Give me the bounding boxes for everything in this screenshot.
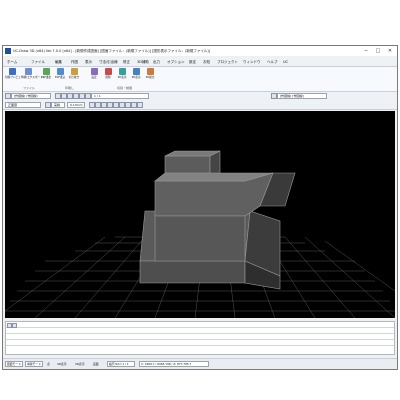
property-toolbar: [作図線] (作図線) 1 / 1 [作図線] [作図線] (3, 92, 397, 100)
menu-item-output[interactable]: 出力 (153, 60, 160, 65)
menu-item-3d[interactable]: 3D補助 (137, 60, 149, 65)
3d-viewport[interactable] (5, 111, 395, 318)
pen-combo[interactable]: 実線 (51, 102, 65, 108)
ribbon-group-print: 印刷し (65, 86, 75, 90)
ribbon-button-label: 切り抜き (68, 76, 80, 79)
ribbon-button-label: 設定 (91, 76, 97, 79)
ribbon-button-label: 印刷(エクスポート) (21, 76, 44, 79)
retaining-wall-model (139, 150, 296, 290)
panel-icon[interactable] (12, 322, 17, 328)
menu-item-help[interactable]: ヘルプ (267, 60, 278, 65)
ribbon-button-label: DXF書込 (54, 76, 66, 79)
view-combo[interactable]: 正面図 (5, 102, 41, 108)
menu-item-uc[interactable]: UC (283, 60, 288, 64)
menu-item-view[interactable]: 表示 (85, 60, 92, 65)
application-window: UC-Draw 3D (x64) Ver.7.0.0 [x64] - [新規作成… (2, 45, 398, 370)
width-combo[interactable]: 0.13mm (67, 102, 85, 108)
menu-item-modify[interactable]: 修正 (123, 60, 130, 65)
crop-button[interactable]: 切り抜き (69, 68, 79, 84)
ribbon-button-label: DXF書出 (40, 76, 52, 79)
cube-icon (119, 68, 126, 75)
menu-item-project[interactable]: プロジェクト (217, 60, 238, 65)
menu-item-info[interactable]: お知 (203, 60, 210, 65)
scale-combo[interactable]: 1 / 1 (91, 93, 149, 99)
app-icon (5, 48, 11, 54)
snap-label[interactable]: 点 (47, 362, 50, 366)
ribbon-button-label: 3D組立 (145, 76, 155, 79)
layer-combo[interactable]: [作図線] (作図線) (11, 93, 51, 99)
delete-icon (105, 68, 112, 75)
ribbon-button-label: 3D表示 (117, 76, 127, 79)
command-input-row[interactable] (6, 340, 394, 346)
output-panel (5, 321, 395, 355)
3d-view-button-2[interactable]: 3D表示 (131, 68, 141, 84)
menu-item-file[interactable]: ファイル (31, 60, 45, 65)
minimize-button[interactable]: ─ (361, 47, 371, 55)
scale-field[interactable]: 縮尺(S/U) 1 / 1 (107, 361, 135, 367)
ribbon-button-label: 印刷プレビュー (5, 76, 24, 79)
status-item[interactable]: 画面 (93, 362, 99, 366)
select-mode-field[interactable]: 単線モード (25, 361, 43, 367)
menu-item-edit[interactable]: 編集 (55, 60, 62, 65)
viewport-canvas (5, 150, 395, 318)
gear-icon (91, 68, 98, 75)
cube-icon (133, 68, 140, 75)
dxf-write-button[interactable]: DXF書込 (55, 68, 65, 84)
status-bar: 図面モード 単線モード 点 3D表示 3D表示 画面 縮尺(S/U) 1 / 1… (3, 358, 397, 369)
ribbon-button-label: 3D表示 (131, 76, 141, 79)
menu-bar: ホーム ファイル 編集 作図 表示 寸法/引出線 修正 3D補助 出力 オプショ… (3, 58, 397, 67)
export-button[interactable]: 印刷(エクスポート) (21, 68, 44, 84)
crop-icon (71, 68, 78, 75)
ribbon-group-switch: 切替・制御 (117, 86, 133, 90)
assemble-icon (147, 68, 154, 75)
print-preview-icon (9, 68, 16, 75)
3d-assemble-button[interactable]: 3D組立 (145, 68, 155, 84)
menu-item-home[interactable]: ホーム (7, 60, 17, 65)
print-preview-button[interactable]: 印刷プレビュー (5, 68, 24, 84)
window-title: UC-Draw 3D (x64) Ver.7.0.0 [x64] - [新規作成… (13, 48, 211, 53)
coordinate-readout: X: 1989,7 / 0965,798 / Z: 877,785.7 (139, 361, 209, 367)
dxf-write-icon (57, 68, 64, 75)
view-toolbar: 正面図 実線 0.13mm (3, 101, 397, 110)
status-item[interactable]: 3D表示 (57, 362, 67, 366)
menu-item-window[interactable]: ウィンドウ (243, 60, 261, 65)
style-combo[interactable]: [作図線] [作図線] (277, 93, 327, 99)
export-icon (25, 68, 32, 75)
menu-item-draw[interactable]: 作図 (71, 60, 78, 65)
ribbon-group-file: ファイル (23, 86, 36, 90)
dxf-read-button[interactable]: DXF書出 (41, 68, 51, 84)
3d-view-button[interactable]: 3D表示 (117, 68, 127, 84)
menu-item-dimension[interactable]: 寸法/引出線 (99, 60, 118, 65)
mode-field[interactable]: 図面モード (5, 361, 23, 367)
status-item[interactable]: 3D表示 (75, 362, 85, 366)
title-bar: UC-Draw 3D (x64) Ver.7.0.0 [x64] - [新規作成… (3, 46, 397, 56)
menu-item-settings[interactable]: 設定 (189, 60, 196, 65)
settings-button[interactable]: 設定 (89, 68, 99, 84)
measure-icon[interactable] (137, 102, 143, 108)
close-button[interactable]: ✕ (385, 47, 395, 55)
maximize-button[interactable]: □ (373, 47, 383, 55)
menu-item-options[interactable]: オプション (167, 60, 185, 65)
delete-button[interactable]: 削除 (103, 68, 113, 84)
dxf-read-icon (43, 68, 50, 75)
ribbon-button-label: 削除 (105, 76, 111, 79)
